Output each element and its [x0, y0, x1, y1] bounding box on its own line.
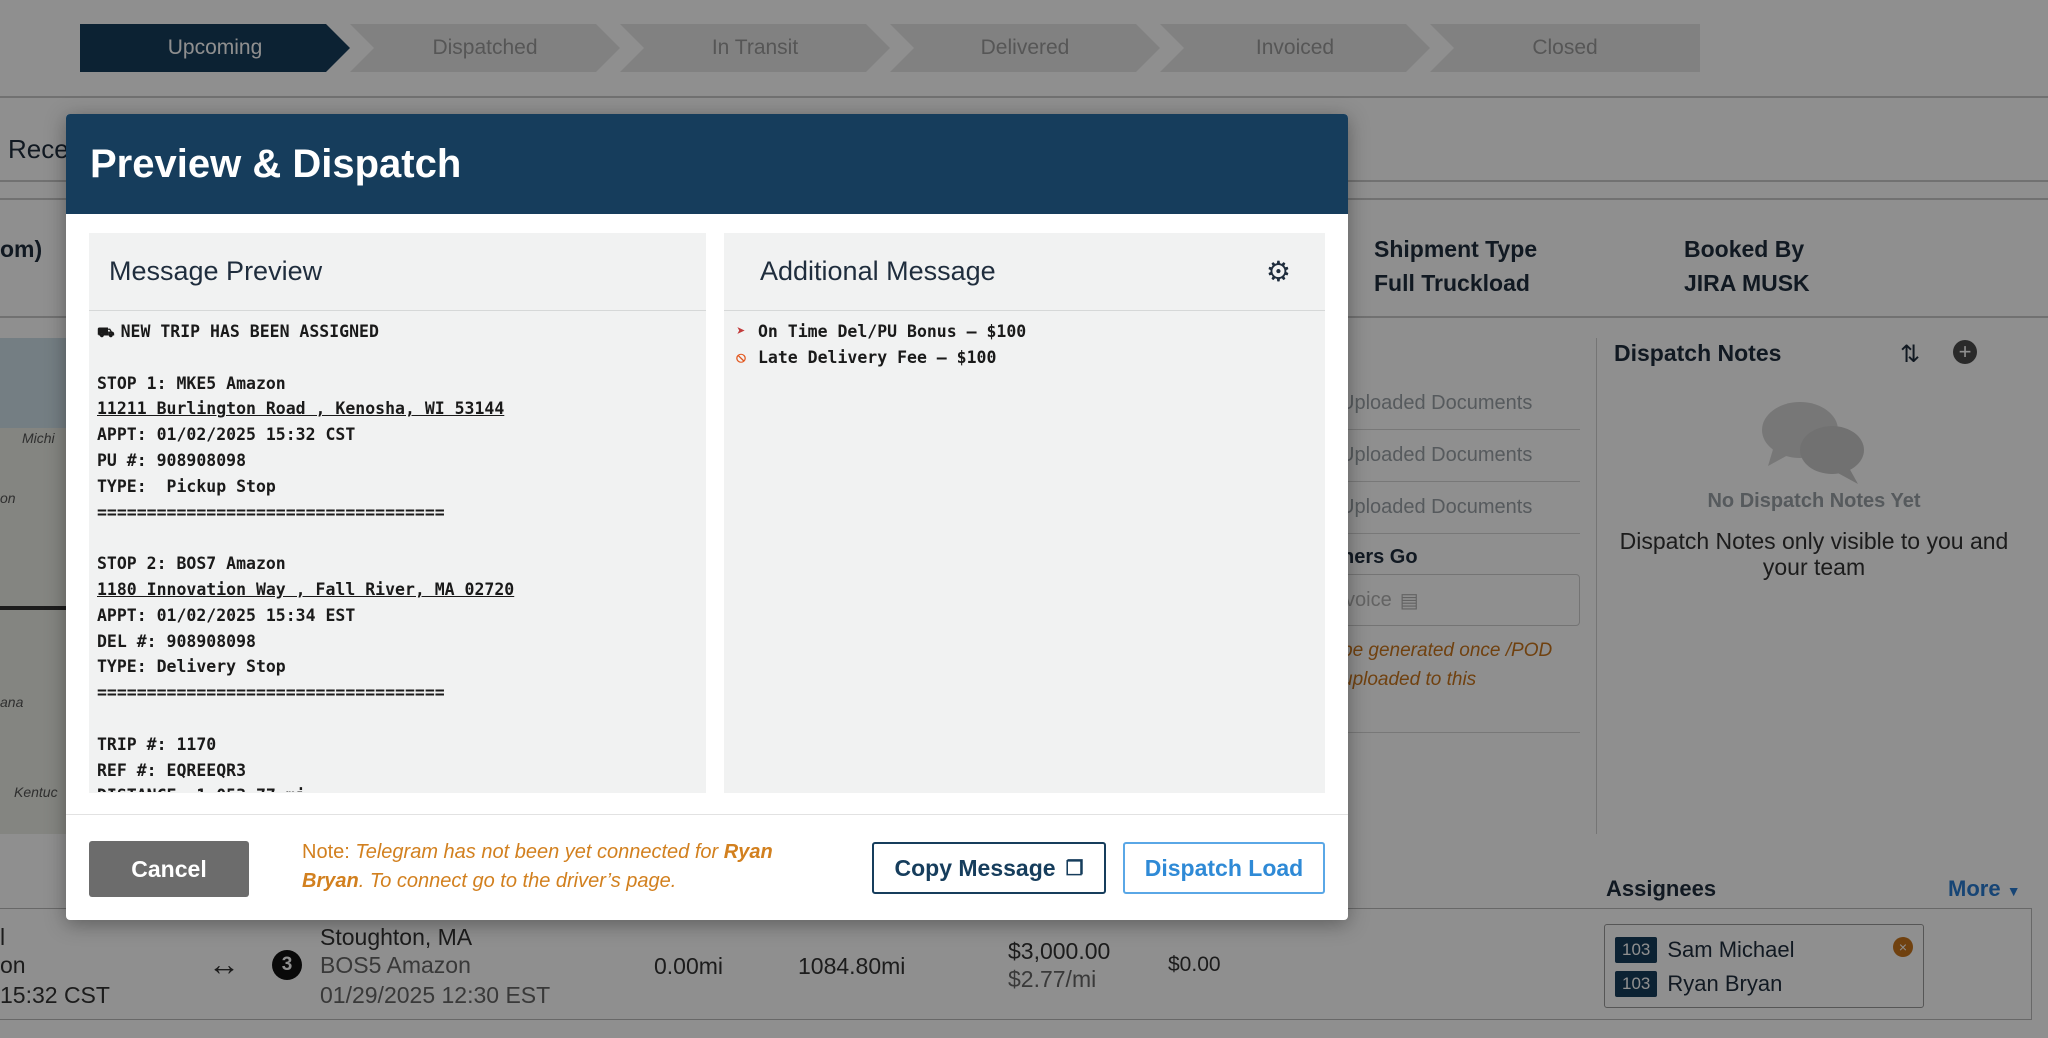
preview-line: [97, 345, 698, 371]
preview-line: ⛟ NEW TRIP HAS BEEN ASSIGNED: [97, 319, 698, 345]
modal-header: Preview & Dispatch: [66, 114, 1348, 214]
preview-line: [97, 706, 698, 732]
preview-line: STOP 2: BOS7 Amazon: [97, 554, 286, 574]
message-preview-title: Message Preview: [109, 256, 323, 286]
preview-line: ===================================: [97, 683, 445, 703]
additional-message-header: Additional Message ⚙: [724, 233, 1325, 311]
gear-icon[interactable]: ⚙: [1266, 255, 1291, 288]
dispatch-load-button[interactable]: Dispatch Load: [1123, 842, 1325, 894]
preview-line: PU #: 908908098: [97, 450, 247, 470]
copy-message-label: Copy Message: [894, 854, 1056, 881]
stop-address-link[interactable]: 11211 Burlington Road , Kenosha, WI 5314…: [97, 396, 698, 422]
additional-message-text[interactable]: ➤ On Time Del/PU Bonus – $100 ⦸ Late Delive…: [724, 311, 1325, 371]
message-preview-panel: Message Preview ⛟ NEW TRIP HAS BEEN ASSIG…: [89, 233, 706, 793]
footer-divider: [66, 814, 1348, 815]
preview-dispatch-modal: Preview & Dispatch Message Preview ⛟ NEW …: [66, 114, 1348, 920]
stop-address-link[interactable]: 1180 Innovation Way , Fall River, MA 027…: [97, 577, 698, 603]
preview-line: DISTANCE: 1,053.77 mi: [97, 783, 698, 792]
cancel-button[interactable]: Cancel: [89, 841, 249, 897]
preview-line: ===================================: [97, 502, 445, 522]
preview-line: [97, 525, 698, 551]
copy-message-button[interactable]: Copy Message ❐: [872, 842, 1106, 894]
copy-icon: ❐: [1065, 857, 1084, 880]
message-preview-text[interactable]: ⛟ NEW TRIP HAS BEEN ASSIGNED STOP 1: MKE5 …: [89, 311, 706, 792]
ban-icon: ⦸: [736, 347, 746, 366]
preview-line: APPT: 01/02/2025 15:32 CST: [97, 425, 356, 445]
preview-line: TYPE: Delivery Stop: [97, 657, 286, 677]
preview-line: TYPE: Pickup Stop: [97, 476, 276, 496]
preview-line: TRIP #: 1170: [97, 734, 217, 754]
rocket-icon: ➤: [736, 322, 746, 340]
preview-line: APPT: 01/02/2025 15:34 EST: [97, 605, 356, 625]
additional-line: ➤ On Time Del/PU Bonus – $100: [732, 319, 1317, 345]
telegram-note: Note: Telegram has not been yet connecte…: [302, 841, 773, 892]
additional-line: ⦸ Late Delivery Fee – $100: [732, 345, 1317, 371]
modal-title: Preview & Dispatch: [90, 141, 462, 186]
preview-line: REF #: EQREEQR3: [97, 760, 247, 780]
additional-message-panel: Additional Message ⚙ ➤ On Time Del/PU Bon…: [724, 233, 1325, 793]
truck-icon: ⛟: [97, 325, 115, 341]
message-preview-header: Message Preview: [89, 233, 706, 311]
additional-message-title: Additional Message: [760, 256, 996, 286]
preview-line: DEL #: 908908098: [97, 631, 256, 651]
preview-line: STOP 1: MKE5 Amazon: [97, 373, 286, 393]
